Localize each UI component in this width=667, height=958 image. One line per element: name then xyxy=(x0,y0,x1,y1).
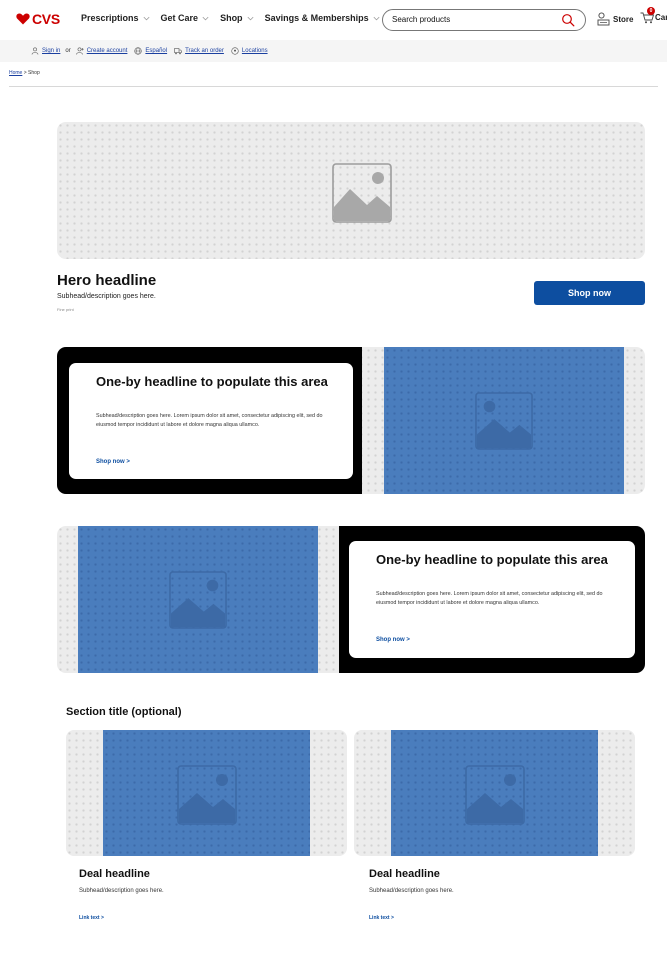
create-account-link[interactable]: Create account xyxy=(75,47,128,55)
truck-icon xyxy=(174,48,182,55)
shop-now-link[interactable]: Shop now > xyxy=(376,637,410,643)
deal-image-area xyxy=(391,730,598,856)
one-by-block: One-by headline to populate this area Su… xyxy=(57,347,645,494)
deal-headline: Deal headline xyxy=(369,868,440,880)
person-icon xyxy=(31,47,39,55)
utility-bar: Sign in or Create account Español Track … xyxy=(0,40,667,62)
image-placeholder-icon xyxy=(332,163,392,223)
hero-subhead: Subhead/description goes here. xyxy=(57,293,156,300)
nav-shop[interactable]: Shop xyxy=(220,13,255,23)
image-placeholder-icon xyxy=(169,570,227,629)
add-person-icon xyxy=(75,47,84,55)
nav-label: Savings & Memberships xyxy=(264,13,369,23)
deal-link[interactable]: Link text > xyxy=(79,915,104,921)
one-by-image[interactable] xyxy=(78,526,318,673)
one-by-text-card: One-by headline to populate this area Su… xyxy=(349,541,635,658)
nav-label: Get Care xyxy=(160,13,199,23)
cvs-logo[interactable]: CVS xyxy=(16,11,60,27)
breadcrumb-home[interactable]: Home xyxy=(9,70,22,76)
breadcrumb: Home > Shop xyxy=(9,70,40,76)
one-by-headline: One-by headline to populate this area xyxy=(96,374,328,389)
cart-icon: 0 xyxy=(640,7,655,24)
track-order-label[interactable]: Track an order xyxy=(185,48,224,54)
image-placeholder-icon xyxy=(176,765,237,825)
deal-link[interactable]: Link text > xyxy=(369,915,394,921)
deal-subhead: Subhead/description goes here. xyxy=(79,888,164,894)
espanol-link[interactable]: Español xyxy=(134,47,167,55)
main-nav: Prescriptions Get Care Shop Savings & Me… xyxy=(81,13,391,23)
one-by-image[interactable] xyxy=(384,347,624,494)
one-by-description: Subhead/description goes here. Lorem ips… xyxy=(96,413,323,428)
sign-in-link[interactable]: Sign in xyxy=(31,47,60,55)
nav-savings-memberships[interactable]: Savings & Memberships xyxy=(265,13,381,23)
sign-in-label[interactable]: Sign in xyxy=(42,48,60,54)
locations-label[interactable]: Locations xyxy=(242,48,268,54)
store-pin-icon xyxy=(597,12,610,26)
store-link[interactable]: Store xyxy=(597,12,633,26)
chevron-down-icon xyxy=(202,16,209,20)
image-placeholder-icon xyxy=(464,765,525,825)
nav-prescriptions[interactable]: Prescriptions xyxy=(81,13,151,23)
one-by-headline: One-by headline to populate this area xyxy=(376,552,608,567)
breadcrumb-separator: > xyxy=(23,70,27,76)
deal-image[interactable] xyxy=(66,730,347,856)
breadcrumb-current: Shop xyxy=(28,70,40,76)
cart-label: Cart xyxy=(655,13,667,22)
deal-headline: Deal headline xyxy=(79,868,150,880)
section-title: Section title (optional) xyxy=(66,706,182,718)
hero-fine-print: Fine print xyxy=(57,307,74,312)
heart-icon xyxy=(16,13,30,25)
search-icon[interactable] xyxy=(561,13,575,27)
divider xyxy=(9,86,658,87)
shop-now-link[interactable]: Shop now > xyxy=(96,459,130,465)
chevron-down-icon xyxy=(247,16,254,20)
search-box[interactable] xyxy=(382,9,586,31)
top-header: CVS Prescriptions Get Care Shop Savings … xyxy=(0,0,667,40)
store-label: Store xyxy=(613,14,634,24)
cart-link[interactable]: 0 Cart xyxy=(640,7,667,24)
or-text: or xyxy=(65,48,71,54)
logo-text: CVS xyxy=(32,11,60,27)
chevron-down-icon xyxy=(373,16,380,20)
nav-label: Shop xyxy=(220,13,243,23)
image-placeholder-icon xyxy=(475,391,533,450)
shop-now-button[interactable]: Shop now xyxy=(534,281,645,305)
locations-link[interactable]: Locations xyxy=(231,47,268,55)
track-order-link[interactable]: Track an order xyxy=(174,47,224,55)
nav-label: Prescriptions xyxy=(81,13,139,23)
one-by-text-card: One-by headline to populate this area Su… xyxy=(69,363,353,479)
globe-icon xyxy=(134,47,143,55)
location-pin-icon xyxy=(231,47,239,55)
hero-headline: Hero headline xyxy=(57,272,157,289)
search-input[interactable] xyxy=(392,15,552,24)
create-account-label[interactable]: Create account xyxy=(87,48,128,54)
deal-subhead: Subhead/description goes here. xyxy=(369,888,454,894)
one-by-block: One-by headline to populate this area Su… xyxy=(57,526,645,673)
deal-image[interactable] xyxy=(354,730,635,856)
espanol-label[interactable]: Español xyxy=(145,48,167,54)
chevron-down-icon xyxy=(143,16,150,20)
hero-image-placeholder[interactable] xyxy=(57,122,645,259)
deal-image-area xyxy=(103,730,310,856)
one-by-description: Subhead/description goes here. Lorem ips… xyxy=(376,591,603,606)
cart-count-badge: 0 xyxy=(647,7,655,15)
nav-get-care[interactable]: Get Care xyxy=(161,13,211,23)
